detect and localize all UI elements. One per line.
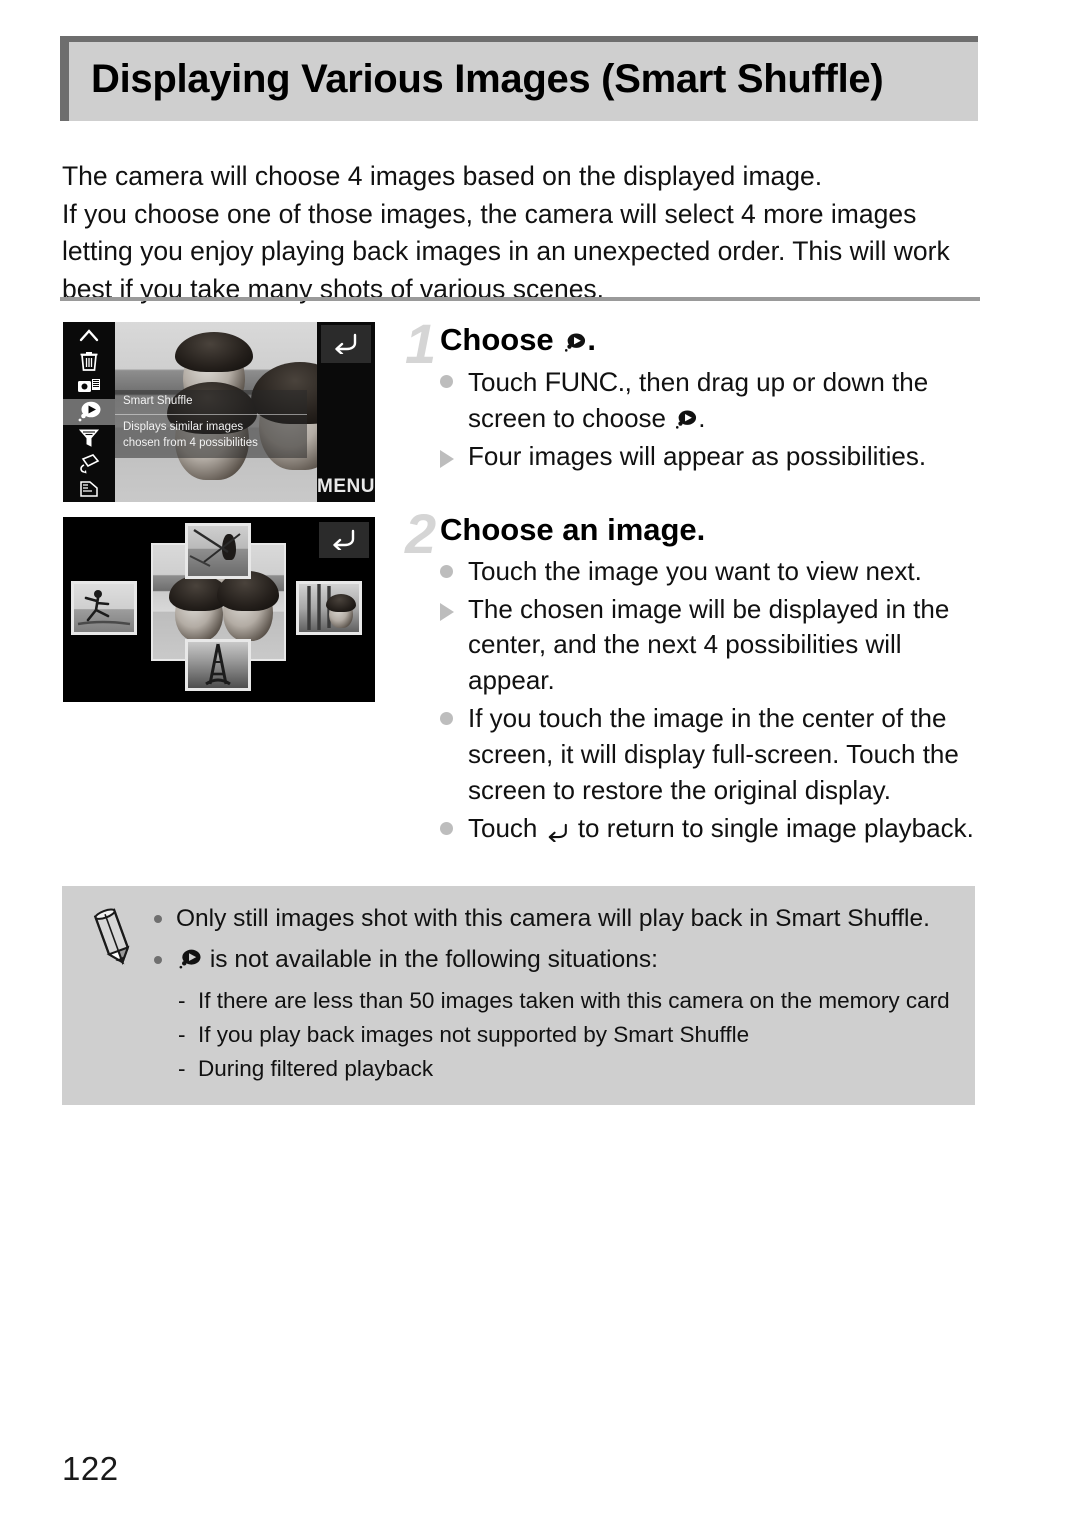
sidebar-item-protect[interactable]: [63, 476, 115, 502]
bullet-text: Four images will appear as possibilities…: [468, 440, 927, 471]
sidebar-item-smart-shuffle[interactable]: [63, 399, 115, 425]
note-sub-item: - During filtered playback: [152, 1052, 957, 1086]
slideshow-icon: [77, 376, 101, 396]
step-2-number: 2: [405, 502, 437, 565]
func-button-label: FUNC.: [544, 366, 626, 397]
page-number: 122: [62, 1450, 119, 1487]
bullet-item: Touch FUNC., then drag up or down the sc…: [440, 364, 985, 437]
note-bullet-marker: [154, 915, 162, 923]
smart-shuffle-thumbnail-left[interactable]: [71, 581, 137, 635]
bullet-text-after: .: [698, 402, 706, 433]
sidebar-item-filtered-playback[interactable]: [63, 425, 115, 451]
filter-playback-icon: [78, 427, 100, 449]
step-1-number: 1: [405, 312, 437, 375]
bullet-item: Four images will appear as possibilities…: [440, 439, 985, 475]
smart-shuffle-thumbnail-right[interactable]: [296, 581, 362, 635]
step-1: 1 Choose . Touch FUNC., then drag up or …: [405, 316, 985, 477]
sidebar-item-slideshow[interactable]: [63, 373, 115, 399]
intro-line-2: If you choose one of those images, the c…: [62, 198, 950, 304]
step-2: 2 Choose an image. Touch the image you w…: [405, 506, 985, 849]
section-divider: [60, 297, 980, 301]
surfboards-person-hair: [326, 594, 356, 612]
rotate-icon: [77, 452, 101, 474]
bullet-item: Touch the image you want to view next.: [440, 554, 985, 590]
bullet-text: If you touch the image in the center of …: [468, 703, 959, 805]
bullet-text: Touch the image you want to view next.: [468, 555, 922, 586]
bullet-text-before: Touch: [468, 812, 545, 843]
dash-marker: -: [178, 1055, 186, 1081]
back-button[interactable]: [319, 522, 369, 558]
step-2-title: Choose an image.: [440, 512, 706, 547]
menu-button-label[interactable]: MENU: [317, 476, 375, 498]
smart-shuffle-icon: [76, 400, 102, 424]
beach-runner-photo: [74, 584, 134, 632]
bullet-dot-marker: [440, 821, 453, 835]
intro-text: The camera will choose 4 images based on…: [62, 158, 992, 309]
note-sub-item-text: If you play back images not supported by…: [198, 1021, 750, 1047]
bullet-text-after: to return to single image playback.: [570, 812, 974, 843]
note-sub-item-text: During filtered playback: [198, 1055, 434, 1081]
sidebar-item-erase[interactable]: [63, 348, 115, 374]
step-1-title-text: Choose: [440, 322, 554, 357]
intro-line-1: The camera will choose 4 images based on…: [62, 161, 823, 191]
bullet-item: The chosen image will be displayed in th…: [440, 592, 985, 700]
note-sub-item: - If you play back images not supported …: [152, 1018, 957, 1052]
bullet-text-before: Touch: [468, 366, 545, 397]
trash-icon: [79, 350, 99, 372]
info-desc-line-1: Displays similar images: [123, 420, 244, 433]
bullet-triangle-marker: [440, 602, 454, 621]
step-2-bullets: Touch the image you want to view next. T…: [405, 554, 985, 847]
sidebar-item-rotate[interactable]: [63, 451, 115, 477]
smart-shuffle-info-panel: Smart Shuffle Displays similar images ch…: [115, 390, 307, 459]
step-1-title: Choose .: [405, 322, 985, 358]
smart-shuffle-icon: [562, 326, 587, 352]
smart-shuffle-thumbnail-top[interactable]: [185, 523, 251, 579]
note-bullet-item: is not available in the following situat…: [152, 943, 957, 976]
dash-marker: -: [178, 988, 186, 1014]
step-1-title-suffix: .: [587, 322, 596, 357]
smart-shuffle-icon: [673, 405, 698, 429]
info-panel-title: Smart Shuffle: [115, 390, 307, 415]
info-desc-line-2: chosen from 4 possibilities: [123, 437, 258, 450]
page-heading-band: Displaying Various Images (Smart Shuffle…: [60, 36, 978, 122]
back-button[interactable]: [321, 325, 371, 363]
func-menu-right-rail: MENU: [317, 322, 375, 502]
eiffel-tower-photo: [188, 642, 248, 688]
page-title: Displaying Various Images (Smart Shuffle…: [91, 57, 884, 101]
note-bullet-item: Only still images shot with this camera …: [152, 902, 957, 935]
bullet-dot-marker: [440, 374, 453, 388]
windsurfer-photo: [188, 526, 248, 576]
figure-smart-shuffle-screenshot: [63, 517, 375, 702]
dash-marker: -: [178, 1021, 186, 1047]
bullet-dot-marker: [440, 564, 453, 578]
photo-person-1-hair: [175, 332, 253, 372]
func-menu-icon-rail[interactable]: [63, 322, 115, 502]
scroll-up-icon: [79, 328, 99, 342]
note-sub-item: - If there are less than 50 images taken…: [152, 984, 957, 1018]
surfboards-portrait-photo: [299, 584, 359, 632]
protect-icon: [78, 480, 100, 498]
smart-shuffle-icon: [176, 947, 203, 970]
note-bullet-text: is not available in the following situat…: [209, 946, 658, 974]
return-arrow-icon: [329, 526, 359, 555]
bullet-text: The chosen image will be displayed in th…: [468, 593, 950, 696]
bullet-item: If you touch the image in the center of …: [440, 701, 985, 809]
figure-func-menu-screenshot: Smart Shuffle Displays similar images ch…: [63, 322, 375, 502]
return-arrow-icon: [331, 330, 361, 359]
pencil-icon: [86, 908, 140, 970]
info-panel-description: Displays similar images chosen from 4 po…: [115, 415, 307, 458]
note-bullet-text: Only still images shot with this camera …: [176, 905, 930, 932]
note-sub-item-text: If there are less than 50 images taken w…: [198, 988, 950, 1014]
step-1-bullets: Touch FUNC., then drag up or down the sc…: [405, 364, 985, 475]
note-bullet-marker: [154, 956, 162, 965]
bullet-item: Touch to return to single image playback…: [440, 811, 985, 847]
note-box: Only still images shot with this camera …: [62, 886, 975, 1106]
return-arrow-icon: [545, 816, 571, 843]
smart-shuffle-thumbnail-bottom[interactable]: [185, 639, 251, 691]
bullet-triangle-marker: [440, 449, 454, 468]
sidebar-item-scroll-up[interactable]: [63, 322, 115, 348]
bullet-dot-marker: [440, 712, 453, 726]
